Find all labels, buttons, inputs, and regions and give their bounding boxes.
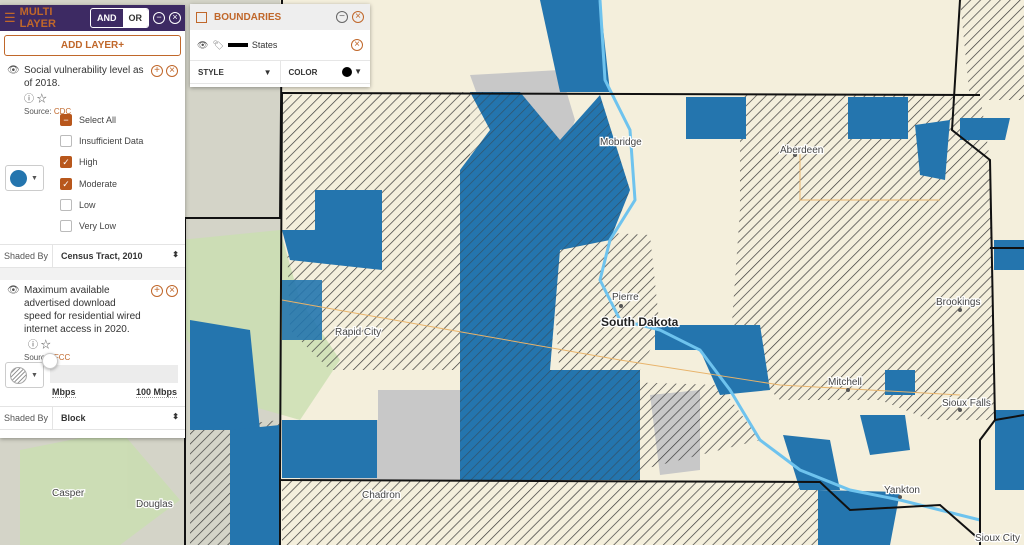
layer-download-speed: 👁 Maximum available advertised download … [0, 280, 185, 405]
multi-layer-panel: ☰ MULTI LAYER AND OR − × ADD LAYER+ 👁 So… [0, 5, 185, 438]
checkbox-moderate[interactable]: ✓ Moderate [60, 173, 143, 194]
minimize-icon[interactable]: − [336, 11, 348, 23]
checkbox-insufficient-data[interactable]: Insufficient Data [60, 130, 143, 151]
slider-min-label: Mbps [52, 387, 76, 398]
checkbox-high[interactable]: ✓ High [60, 152, 143, 173]
hatched-pattern-icon [10, 366, 27, 384]
color-swatch [341, 67, 352, 77]
star-icon[interactable]: ☆ [37, 94, 47, 105]
add-icon[interactable]: + [151, 285, 163, 297]
style-dropdown[interactable]: STYLE ▼ [190, 61, 281, 83]
checkbox-low[interactable]: Low [60, 194, 143, 215]
info-icon[interactable]: ⓘ [24, 94, 34, 105]
label-yankton: Yankton [884, 485, 920, 496]
legend-style-dropdown[interactable]: ▼ [5, 165, 44, 191]
label-douglas: Douglas [136, 499, 173, 510]
eye-icon[interactable]: 👁 [7, 285, 20, 296]
boundaries-panel: BOUNDARIES − × 👁 🏷 States × STYLE ▼ COLOR… [190, 4, 370, 87]
shaded-by-select[interactable]: Shaded By Census Tract, 2010 ⬍ [0, 244, 185, 268]
info-icon[interactable]: ⓘ [28, 340, 38, 351]
label-south-dakota: South Dakota [601, 315, 679, 329]
panel-title: MULTI LAYER [19, 6, 56, 30]
label-brookings: Brookings [936, 297, 980, 308]
color-dropdown[interactable]: COLOR ▼ [281, 61, 371, 83]
label-aberdeen: Aberdeen [780, 145, 823, 156]
close-icon[interactable]: × [169, 12, 181, 24]
select-arrows-icon: ⬍ [172, 250, 179, 259]
value-checklist: − Select All Insufficient Data ✓ High ✓ Mod… [60, 109, 143, 237]
star-icon[interactable]: ☆ [41, 340, 51, 351]
eye-icon[interactable]: 👁 [197, 40, 208, 51]
remove-icon[interactable]: × [351, 39, 363, 51]
boundary-layer-row: 👁 🏷 States × [190, 30, 370, 60]
multi-layer-header: ☰ MULTI LAYER AND OR − × [0, 5, 185, 31]
boundary-layer-name: States [251, 40, 278, 50]
remove-icon[interactable]: × [166, 65, 178, 77]
label-casper: Casper [52, 488, 85, 499]
label-mitchell: Mitchell [828, 377, 862, 388]
close-icon[interactable]: × [352, 11, 364, 23]
label-pierre: Pierre [612, 292, 639, 303]
remove-icon[interactable]: × [166, 285, 178, 297]
minimize-icon[interactable]: − [153, 12, 165, 24]
slider-max-label: 100 Mbps [135, 387, 177, 398]
speed-slider-handle[interactable] [42, 353, 58, 369]
add-icon[interactable]: + [151, 65, 163, 77]
label-mobridge: Mobridge [600, 137, 642, 148]
tag-icon[interactable]: 🏷 [212, 40, 223, 51]
info-star-row: ⓘ ☆ [28, 336, 179, 351]
checkbox-very-low[interactable]: Very Low [60, 215, 143, 236]
speed-slider-track[interactable] [50, 365, 178, 383]
info-star-row: ⓘ ☆ [24, 90, 179, 105]
label-sioux-falls: Sioux Falls [942, 398, 991, 409]
checkbox-select-all[interactable]: − Select All [60, 109, 143, 130]
line-style-swatch [227, 43, 248, 47]
and-button[interactable]: AND [91, 9, 123, 27]
or-button[interactable]: OR [122, 9, 148, 27]
panel-title: BOUNDARIES [214, 11, 282, 23]
label-sioux-city: Sioux City [975, 533, 1020, 544]
label-chadron: Chadron [362, 490, 400, 501]
boundary-icon [196, 11, 207, 23]
layer-title: Maximum available advertised download sp… [24, 285, 141, 335]
select-arrows-icon: ⬍ [172, 412, 179, 421]
layers-icon: ☰ [4, 10, 16, 25]
eye-icon[interactable]: 👁 [7, 65, 20, 76]
legend-style-dropdown[interactable]: ▼ [5, 362, 44, 388]
layer-social-vulnerability: 👁 Social vulnerability level as of 2018.… [0, 60, 185, 240]
and-or-toggle[interactable]: AND OR [90, 8, 149, 28]
layer-title: Social vulnerability level as of 2018. [24, 65, 144, 89]
add-layer-button[interactable]: ADD LAYER+ [4, 35, 181, 56]
label-rapid-city: Rapid City [335, 327, 381, 338]
blue-dot-icon [10, 169, 27, 187]
shaded-by-select[interactable]: Shaded By Block ⬍ [0, 406, 185, 430]
